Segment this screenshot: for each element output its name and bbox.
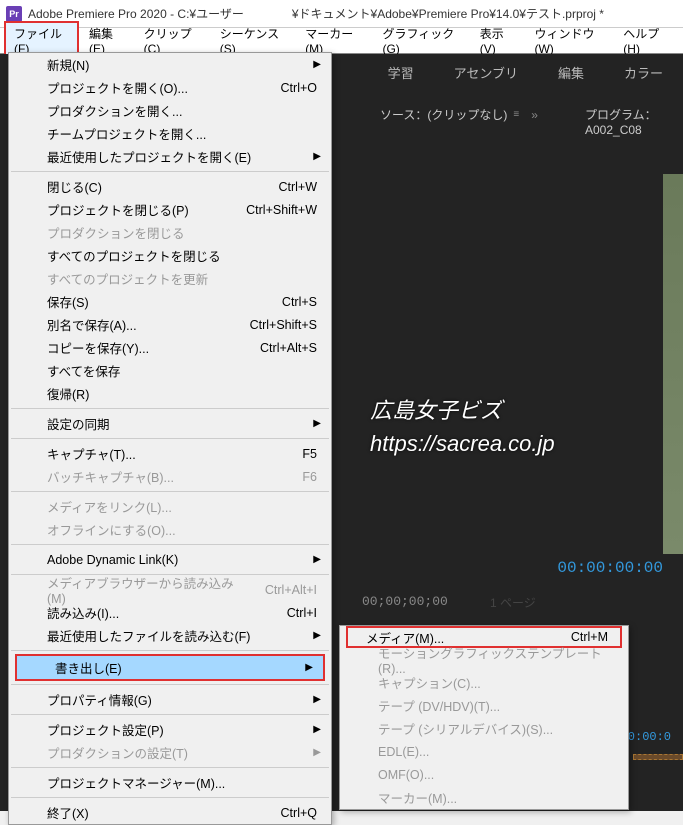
- ws-tab-edit[interactable]: 編集: [558, 63, 584, 82]
- window-title: Adobe Premiere Pro 2020 - C:¥ユーザー ¥ドキュメン…: [28, 5, 604, 22]
- submenu-arrow-icon: ▶: [313, 418, 321, 429]
- submenu-marker: マーカー(M)...: [340, 786, 628, 809]
- menu-close-all[interactable]: すべてのプロジェクトを閉じる: [9, 244, 331, 267]
- menu-export[interactable]: 書き出し(E)▶: [17, 656, 323, 679]
- menu-open-team[interactable]: チームプロジェクトを開く...: [9, 122, 331, 145]
- submenu-arrow-icon: ▶: [313, 630, 321, 641]
- menu-open-production[interactable]: プロダクションを開く...: [9, 99, 331, 122]
- menu-save-copy[interactable]: コピーを保存(Y)...Ctrl+Alt+S: [9, 336, 331, 359]
- menu-adl[interactable]: Adobe Dynamic Link(K)▶: [9, 548, 331, 571]
- menu-properties[interactable]: プロパティ情報(G)▶: [9, 688, 331, 711]
- menu-exit[interactable]: 終了(X)Ctrl+Q: [9, 801, 331, 824]
- menu-close[interactable]: 閉じる(C)Ctrl+W: [9, 175, 331, 198]
- menubar: ファイル(F) 編集(E) クリップ(C) シーケンス(S) マーカー(M) グ…: [0, 28, 683, 54]
- submenu-tape-serial: テープ (シリアルデバイス)(S)...: [340, 717, 628, 740]
- menu-production-settings: プロダクションの設定(T)▶: [9, 741, 331, 764]
- timecode-source: 00;00;00;00: [362, 594, 448, 609]
- menu-separator: [11, 650, 329, 651]
- menu-open-recent[interactable]: 最近使用したプロジェクトを開く(E)▶: [9, 145, 331, 168]
- menu-separator: [11, 684, 329, 685]
- menu-import[interactable]: 読み込み(I)...Ctrl+I: [9, 601, 331, 624]
- menu-link-media: メディアをリンク(L)...: [9, 495, 331, 518]
- menu-separator: [11, 408, 329, 409]
- submenu-arrow-icon: ▶: [313, 59, 321, 70]
- submenu-media-shortcut: Ctrl+M: [571, 630, 608, 644]
- menu-save[interactable]: 保存(S)Ctrl+S: [9, 290, 331, 313]
- menu-refresh-all: すべてのプロジェクトを更新: [9, 267, 331, 290]
- submenu-arrow-icon: ▶: [305, 662, 313, 673]
- submenu-arrow-icon: ▶: [313, 747, 321, 758]
- menu-import-browser: メディアブラウザーから読み込み(M)Ctrl+Alt+I: [9, 578, 331, 601]
- submenu-edl: EDL(E)...: [340, 740, 628, 763]
- source-label: ソース：(クリップなし): [380, 106, 507, 123]
- watermark-line1: 広島女子ビズ: [370, 394, 555, 427]
- submenu-caption: キャプション(C)...: [340, 671, 628, 694]
- submenu-motion: モーショングラフィックステンプレート(R)...: [340, 648, 628, 671]
- ws-tab-learn[interactable]: 学習: [388, 63, 414, 82]
- program-thumbnail: [663, 174, 683, 554]
- submenu-arrow-icon: ▶: [313, 151, 321, 162]
- menu-sync[interactable]: 設定の同期▶: [9, 412, 331, 435]
- menu-new[interactable]: 新規(N)▶: [9, 53, 331, 76]
- source-panel-tab[interactable]: ソース：(クリップなし) ≡ »: [370, 100, 554, 129]
- ws-tab-assembly[interactable]: アセンブリ: [454, 63, 518, 82]
- menu-project-settings[interactable]: プロジェクト設定(P)▶: [9, 718, 331, 741]
- menu-save-as[interactable]: 別名で保存(A)...Ctrl+Shift+S: [9, 313, 331, 336]
- menu-separator: [11, 544, 329, 545]
- app-icon: Pr: [6, 6, 22, 22]
- submenu-tape-dv: テープ (DV/HDV)(T)...: [340, 694, 628, 717]
- submenu-arrow-icon: ▶: [313, 694, 321, 705]
- watermark-line2: https://sacrea.co.jp: [370, 427, 555, 460]
- ws-tab-color[interactable]: カラー: [624, 63, 663, 82]
- menu-import-recent[interactable]: 最近使用したファイルを読み込む(F)▶: [9, 624, 331, 647]
- submenu-arrow-icon: ▶: [313, 724, 321, 735]
- file-menu-dropdown: 新規(N)▶ プロジェクトを開く(O)...Ctrl+O プロダクションを開く.…: [8, 52, 332, 825]
- highlight-export: 書き出し(E)▶: [15, 654, 325, 681]
- menu-revert[interactable]: 復帰(R): [9, 382, 331, 405]
- menu-separator: [11, 438, 329, 439]
- program-panel-tab[interactable]: プログラム：A002_C08: [575, 100, 683, 143]
- export-submenu: メディア(M)... Ctrl+M モーショングラフィックステンプレート(R).…: [339, 625, 629, 810]
- program-label: プログラム：A002_C08: [585, 106, 673, 137]
- menu-separator: [11, 171, 329, 172]
- menu-save-all[interactable]: すべてを保存: [9, 359, 331, 382]
- timecode-program: 00:00:00:00: [557, 559, 663, 577]
- menu-separator: [11, 491, 329, 492]
- submenu-arrow-icon: ▶: [313, 554, 321, 565]
- menu-separator: [11, 714, 329, 715]
- menu-close-project[interactable]: プロジェクトを閉じる(P)Ctrl+Shift+W: [9, 198, 331, 221]
- menu-open-project[interactable]: プロジェクトを開く(O)...Ctrl+O: [9, 76, 331, 99]
- submenu-omf: OMF(O)...: [340, 763, 628, 786]
- page-label: 1 ページ: [490, 594, 536, 611]
- menu-project-manager[interactable]: プロジェクトマネージャー(M)...: [9, 771, 331, 794]
- timeline-clip[interactable]: [633, 754, 683, 760]
- menu-separator: [11, 797, 329, 798]
- menu-offline: オフラインにする(O)...: [9, 518, 331, 541]
- watermark: 広島女子ビズ https://sacrea.co.jp: [370, 394, 555, 460]
- menu-capture[interactable]: キャプチャ(T)...F5: [9, 442, 331, 465]
- panel-menu-icon[interactable]: ≡: [513, 109, 519, 120]
- menu-batch: バッチキャプチャ(B)...F6: [9, 465, 331, 488]
- menu-close-production: プロダクションを閉じる: [9, 221, 331, 244]
- double-arrow-icon[interactable]: »: [531, 108, 538, 122]
- menu-separator: [11, 767, 329, 768]
